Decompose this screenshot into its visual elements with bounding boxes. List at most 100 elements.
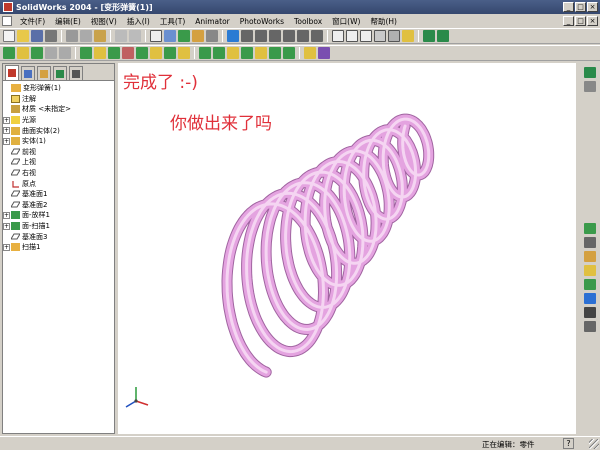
menu-insert[interactable]: 插入(I) xyxy=(122,16,155,27)
macro-icon[interactable] xyxy=(584,307,596,318)
tab-animator[interactable] xyxy=(69,66,83,80)
new-file-icon[interactable] xyxy=(3,30,15,42)
tree-item-sweep1[interactable]: + 扫描1 xyxy=(3,242,114,253)
help-icon[interactable]: ? xyxy=(563,438,574,449)
tree-item-material[interactable]: 材质 <未指定> xyxy=(3,104,114,115)
undo-icon[interactable] xyxy=(115,30,127,42)
shadows-icon[interactable] xyxy=(402,30,414,42)
extrude-icon[interactable] xyxy=(31,47,43,59)
options-icon[interactable] xyxy=(206,30,218,42)
expand-icon[interactable]: + xyxy=(3,116,10,124)
chamfer-icon[interactable] xyxy=(108,47,120,59)
tree-item-plane1[interactable]: 基准面1 xyxy=(3,189,114,200)
revolve-icon[interactable] xyxy=(45,47,57,59)
measure-icon[interactable] xyxy=(584,223,596,234)
reference-plane-icon[interactable] xyxy=(241,47,253,59)
section-properties-icon[interactable] xyxy=(584,265,596,276)
check-entity-icon[interactable] xyxy=(584,279,596,290)
rib-icon[interactable] xyxy=(136,47,148,59)
sketch-toggle-icon[interactable] xyxy=(3,47,15,59)
paste-icon[interactable] xyxy=(94,30,106,42)
zoom-selection-icon[interactable] xyxy=(283,30,295,42)
open-file-icon[interactable] xyxy=(17,30,29,42)
tab-feature-manager[interactable] xyxy=(5,65,19,80)
zoom-area-icon[interactable] xyxy=(255,30,267,42)
tree-item-right-plane[interactable]: 右视 xyxy=(3,168,114,179)
normal-to-icon[interactable] xyxy=(437,30,449,42)
menu-photoworks[interactable]: PhotoWorks xyxy=(235,17,289,26)
menu-window[interactable]: 窗口(W) xyxy=(327,16,365,27)
wireframe-icon[interactable] xyxy=(332,30,344,42)
sigma-icon[interactable] xyxy=(584,237,596,248)
hidden-lines-visible-icon[interactable] xyxy=(346,30,358,42)
expand-icon[interactable]: + xyxy=(3,211,10,219)
cut-icon[interactable] xyxy=(66,30,78,42)
helix-icon[interactable] xyxy=(283,47,295,59)
close-button[interactable]: × xyxy=(587,2,598,12)
select-icon[interactable] xyxy=(150,30,162,42)
expand-icon[interactable]: + xyxy=(3,137,10,145)
maximize-button[interactable]: □ xyxy=(575,2,586,12)
fillet-icon[interactable] xyxy=(94,47,106,59)
zoom-fit-icon[interactable] xyxy=(241,30,253,42)
expand-icon[interactable]: + xyxy=(3,243,10,251)
redo-icon[interactable] xyxy=(129,30,141,42)
tree-item-lights[interactable]: + 光源 xyxy=(3,115,114,126)
tab-photoworks[interactable] xyxy=(53,66,67,80)
menu-animator[interactable]: Animator xyxy=(190,17,234,26)
help-icon[interactable] xyxy=(227,30,239,42)
menu-tools[interactable]: 工具(T) xyxy=(155,16,190,27)
import-diagnostics-icon[interactable] xyxy=(584,321,596,332)
rotate-view-icon[interactable] xyxy=(297,30,309,42)
resize-grip[interactable] xyxy=(589,439,599,449)
save-icon[interactable] xyxy=(31,30,43,42)
tree-item-annotations[interactable]: 注解 xyxy=(3,94,114,105)
tree-item-loft-surface[interactable]: + 面-放样1 xyxy=(3,210,114,221)
expand-icon[interactable]: + xyxy=(3,222,10,230)
sweep-icon[interactable] xyxy=(59,47,71,59)
tree-item-surface-bodies[interactable]: + 曲面实体(2) xyxy=(3,125,114,136)
draft-icon[interactable] xyxy=(150,47,162,59)
mass-properties-icon[interactable] xyxy=(584,251,596,262)
menu-help[interactable]: 帮助(H) xyxy=(365,16,402,27)
sketch-icon[interactable] xyxy=(164,30,176,42)
circular-pattern-icon[interactable] xyxy=(213,47,225,59)
mirror-icon[interactable] xyxy=(227,47,239,59)
equations-icon[interactable] xyxy=(584,293,596,304)
loft-icon[interactable] xyxy=(80,47,92,59)
solidworks-app-icon[interactable] xyxy=(3,2,13,12)
menu-view[interactable]: 视图(V) xyxy=(86,16,122,27)
shell-icon[interactable] xyxy=(122,47,134,59)
menu-file[interactable]: 文件(F) xyxy=(15,16,50,27)
coordinate-system-icon[interactable] xyxy=(318,47,330,59)
doc-restore-button[interactable]: □ xyxy=(575,16,586,26)
view-orientation-icon[interactable] xyxy=(584,67,596,78)
standard-views-icon[interactable] xyxy=(423,30,435,42)
pan-icon[interactable] xyxy=(311,30,323,42)
rebuild-icon[interactable] xyxy=(192,30,204,42)
tree-item-sweep-surface[interactable]: + 面-扫描1 xyxy=(3,221,114,232)
menu-edit[interactable]: 编辑(E) xyxy=(50,16,86,27)
doc-minimize-button[interactable]: _ xyxy=(563,16,574,26)
tree-item-part[interactable]: 变形弹簧(1) xyxy=(3,83,114,94)
sketch-entities-icon[interactable] xyxy=(17,47,29,59)
hole-wizard-icon[interactable] xyxy=(164,47,176,59)
graphics-area[interactable]: 完成了 :-) 你做出来了吗 xyxy=(118,63,576,434)
shaded-with-edges-icon[interactable] xyxy=(374,30,386,42)
shaded-icon[interactable] xyxy=(388,30,400,42)
tree-item-plane2[interactable]: 基准面2 xyxy=(3,200,114,211)
reference-point-icon[interactable] xyxy=(304,47,316,59)
expand-icon[interactable]: + xyxy=(3,127,10,135)
tree-item-plane3[interactable]: 基准面3 xyxy=(3,231,114,242)
doc-close-button[interactable]: × xyxy=(587,16,598,26)
smart-dimension-icon[interactable] xyxy=(178,30,190,42)
tab-property-manager[interactable] xyxy=(21,66,35,80)
section-view-icon[interactable] xyxy=(584,81,596,92)
dome-icon[interactable] xyxy=(178,47,190,59)
print-icon[interactable] xyxy=(45,30,57,42)
curves-icon[interactable] xyxy=(269,47,281,59)
tree-item-solid-bodies[interactable]: + 实体(1) xyxy=(3,136,114,147)
zoom-in-out-icon[interactable] xyxy=(269,30,281,42)
tab-configuration-manager[interactable] xyxy=(37,66,51,80)
tree-item-top-plane[interactable]: 上视 xyxy=(3,157,114,168)
